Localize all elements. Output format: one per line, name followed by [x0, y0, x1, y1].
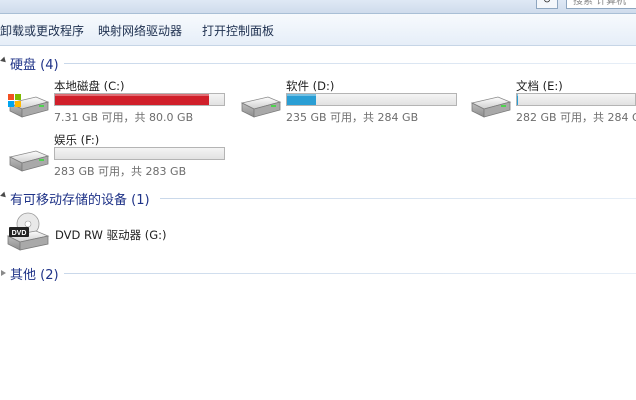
- group-divider: [64, 273, 636, 274]
- group-hard-disks[interactable]: 硬盘 (4): [0, 52, 636, 74]
- drive-f[interactable]: 娱乐 (F:) 283 GB 可用，共 283 GB: [6, 132, 226, 180]
- collapse-arrow-icon[interactable]: [0, 56, 8, 65]
- command-bar: 卸载或更改程序 映射网络驱动器 打开控制面板: [0, 14, 636, 46]
- drive-usage-bar: [286, 93, 457, 106]
- group-title-hard-disks: 硬盘 (4): [10, 58, 59, 73]
- drive-space-info: 7.31 GB 可用，共 80.0 GB: [54, 111, 194, 124]
- drive-c[interactable]: 本地磁盘 (C:) 7.31 GB 可用，共 80.0 GB: [6, 78, 226, 126]
- drive-usage-fill: [517, 94, 518, 105]
- drive-d[interactable]: 软件 (D:) 235 GB 可用，共 284 GB: [238, 78, 458, 126]
- windows-drive-icon: [8, 94, 50, 118]
- group-title-removable: 有可移动存储的设备 (1): [10, 193, 150, 208]
- drive-name: 娱乐 (F:): [54, 133, 100, 147]
- search-input[interactable]: 搜索 计算机: [566, 0, 636, 9]
- dvd-icon-text: DVD: [12, 230, 27, 237]
- drive-usage-bar: [516, 93, 636, 106]
- group-title-other: 其他 (2): [10, 268, 59, 283]
- group-divider: [160, 198, 636, 199]
- hard-drive-icon: [8, 150, 50, 172]
- drive-usage-bar: [54, 147, 225, 160]
- drive-name: 软件 (D:): [286, 79, 335, 93]
- dvd-drive-g[interactable]: DVD DVD RW 驱动器 (G:): [6, 212, 226, 256]
- map-network-drive-button[interactable]: 映射网络驱动器: [98, 22, 182, 39]
- group-removable-storage[interactable]: 有可移动存储的设备 (1): [0, 187, 636, 209]
- dvd-drive-icon: DVD: [6, 212, 50, 251]
- hard-drive-icon: [470, 96, 512, 118]
- drive-e[interactable]: 文档 (E:) 282 GB 可用，共 284 GB: [468, 78, 636, 126]
- drive-name: 本地磁盘 (C:): [54, 79, 125, 93]
- address-strip: ↻ 搜索 计算机: [0, 0, 636, 14]
- drive-usage-bar: [54, 93, 225, 106]
- drive-space-info: 235 GB 可用，共 284 GB: [286, 111, 419, 124]
- hard-drive-icon: [240, 96, 282, 118]
- drive-space-info: 282 GB 可用，共 284 GB: [516, 111, 636, 124]
- drive-usage-fill: [55, 94, 209, 105]
- device-name: DVD RW 驱动器 (G:): [55, 228, 167, 242]
- collapse-arrow-icon[interactable]: [0, 191, 8, 200]
- refresh-button[interactable]: ↻: [536, 0, 558, 9]
- group-other[interactable]: 其他 (2): [0, 262, 636, 284]
- drive-usage-fill: [287, 94, 317, 105]
- drive-name: 文档 (E:): [516, 79, 563, 93]
- uninstall-program-button[interactable]: 卸载或更改程序: [0, 22, 84, 39]
- group-divider: [64, 63, 636, 64]
- expand-arrow-icon[interactable]: [1, 270, 6, 276]
- open-control-panel-button[interactable]: 打开控制面板: [202, 22, 274, 39]
- drive-space-info: 283 GB 可用，共 283 GB: [54, 165, 187, 178]
